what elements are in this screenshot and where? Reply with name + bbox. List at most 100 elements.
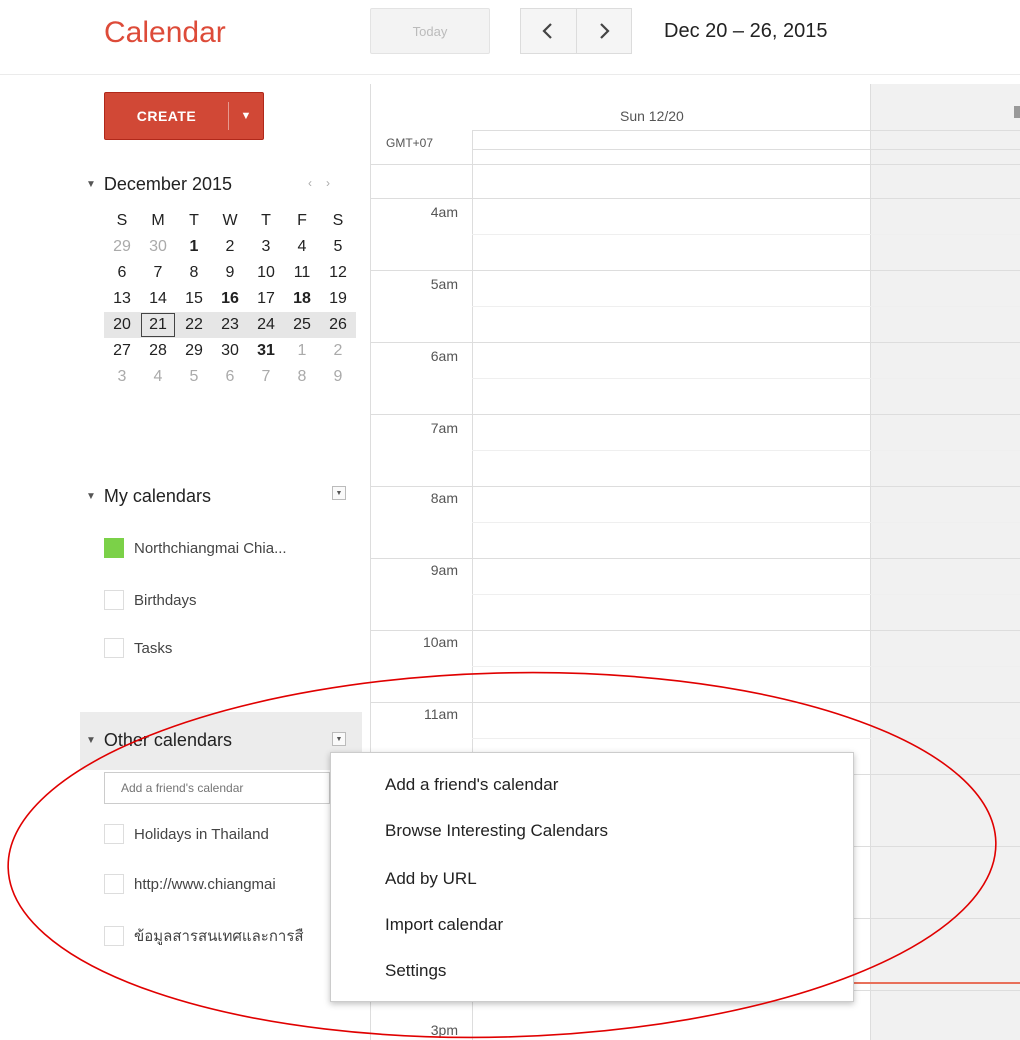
date-nav <box>520 8 632 54</box>
mini-day-selected[interactable]: 21 <box>140 312 176 338</box>
mini-day[interactable]: 9 <box>212 260 248 286</box>
mini-day[interactable]: 4 <box>140 364 176 390</box>
hour-label: 8am <box>430 490 458 506</box>
hour-label: 7am <box>430 420 458 436</box>
mini-day[interactable]: 8 <box>284 364 320 390</box>
chevron-left-icon <box>542 23 553 39</box>
hour-line <box>370 198 1020 199</box>
calendar-checkbox[interactable] <box>104 590 124 610</box>
mini-day[interactable]: 2 <box>212 234 248 260</box>
create-label: CREATE <box>136 108 197 124</box>
calendar-checkbox[interactable] <box>104 874 124 894</box>
calendar-item[interactable]: Tasks <box>104 638 172 658</box>
mini-day[interactable]: 24 <box>248 312 284 338</box>
mini-day[interactable]: 9 <box>320 364 356 390</box>
collapse-triangle-icon[interactable]: ▼ <box>86 179 96 190</box>
next-day-header-stub <box>1014 106 1020 118</box>
mini-day[interactable]: 5 <box>176 364 212 390</box>
calendar-color-swatch[interactable] <box>104 538 124 558</box>
mini-day[interactable]: 6 <box>104 260 140 286</box>
all-day-row[interactable] <box>472 130 1020 150</box>
mini-day[interactable]: 25 <box>284 312 320 338</box>
mini-day[interactable]: 31 <box>248 338 284 364</box>
mini-day[interactable]: 28 <box>140 338 176 364</box>
mini-day[interactable]: 2 <box>320 338 356 364</box>
today-button[interactable]: Today <box>370 8 490 54</box>
mini-day[interactable]: 26 <box>320 312 356 338</box>
weekday-header: S <box>116 212 128 229</box>
hour-line <box>370 414 1020 415</box>
mini-day[interactable]: 29 <box>104 234 140 260</box>
add-friend-calendar-input[interactable] <box>104 772 330 804</box>
mini-next-icon[interactable]: › <box>326 176 330 190</box>
mini-day[interactable]: 12 <box>320 260 356 286</box>
mini-calendar-header[interactable]: ▼ December 2015 <box>86 174 232 195</box>
mini-day[interactable]: 1 <box>176 234 212 260</box>
hour-label: 6am <box>430 348 458 364</box>
mini-day[interactable]: 1 <box>284 338 320 364</box>
mini-day[interactable]: 7 <box>140 260 176 286</box>
mini-day[interactable]: 30 <box>212 338 248 364</box>
mini-day[interactable]: 30 <box>140 234 176 260</box>
mini-prev-icon[interactable]: ‹ <box>308 176 312 190</box>
next-button[interactable] <box>576 8 632 54</box>
mini-day[interactable]: 23 <box>212 312 248 338</box>
other-calendars-header[interactable]: ▼ Other calendars <box>86 730 232 751</box>
calendar-item[interactable]: Birthdays <box>104 590 197 610</box>
mini-calendar-nav: ‹ › <box>308 176 330 190</box>
half-hour-line <box>472 666 1020 667</box>
mini-day[interactable]: 10 <box>248 260 284 286</box>
mini-day[interactable]: 29 <box>176 338 212 364</box>
mini-day[interactable]: 5 <box>320 234 356 260</box>
weekday-header: T <box>261 212 271 229</box>
menu-item-import[interactable]: Import calendar <box>385 915 503 935</box>
other-calendars-menu-toggle[interactable]: ▼ <box>332 732 346 746</box>
mini-day[interactable]: 14 <box>140 286 176 312</box>
mini-day[interactable]: 8 <box>176 260 212 286</box>
calendar-item[interactable]: ข้อมูลสารสนเทศและการสื <box>104 924 304 948</box>
calendar-checkbox[interactable] <box>104 638 124 658</box>
calendar-checkbox[interactable] <box>104 926 124 946</box>
mini-day[interactable]: 7 <box>248 364 284 390</box>
hour-line <box>370 164 1020 165</box>
current-time-line <box>852 982 1020 984</box>
collapse-triangle-icon[interactable]: ▼ <box>86 735 96 746</box>
day-header[interactable]: Sun 12/20 <box>620 108 684 124</box>
mini-day[interactable]: 20 <box>104 312 140 338</box>
calendar-item[interactable]: http://www.chiangmai <box>104 874 276 894</box>
my-calendars-menu-toggle[interactable]: ▼ <box>332 486 346 500</box>
mini-day[interactable]: 17 <box>248 286 284 312</box>
day-column-shaded[interactable] <box>870 84 1020 1040</box>
hour-line <box>370 486 1020 487</box>
menu-item-settings[interactable]: Settings <box>385 961 446 981</box>
menu-item-browse[interactable]: Browse Interesting Calendars <box>385 821 608 841</box>
create-button[interactable]: CREATE ▼ <box>104 92 264 140</box>
mini-day[interactable]: 15 <box>176 286 212 312</box>
calendar-item[interactable]: Holidays in Thailand <box>104 824 269 844</box>
weekday-header: M <box>151 212 165 229</box>
chevron-right-icon <box>599 23 610 39</box>
my-calendars-header[interactable]: ▼ My calendars <box>86 486 211 507</box>
previous-button[interactable] <box>520 8 577 54</box>
calendar-checkbox[interactable] <box>104 824 124 844</box>
collapse-triangle-icon[interactable]: ▼ <box>86 491 96 502</box>
mini-day[interactable]: 4 <box>284 234 320 260</box>
half-hour-line <box>472 378 1020 379</box>
hour-line <box>370 342 1020 343</box>
caret-down-icon[interactable]: ▼ <box>229 110 263 122</box>
half-hour-line <box>472 450 1020 451</box>
calendar-item[interactable]: Northchiangmai Chia... <box>104 538 287 558</box>
mini-day[interactable]: 19 <box>320 286 356 312</box>
mini-day[interactable]: 16 <box>212 286 248 312</box>
my-calendars-title: My calendars <box>103 486 211 506</box>
mini-day[interactable]: 18 <box>284 286 320 312</box>
menu-item-add-friend[interactable]: Add a friend's calendar <box>385 775 558 795</box>
mini-day[interactable]: 6 <box>212 364 248 390</box>
mini-day[interactable]: 3 <box>248 234 284 260</box>
menu-item-add-by-url[interactable]: Add by URL <box>385 869 477 889</box>
mini-day[interactable]: 13 <box>104 286 140 312</box>
mini-day[interactable]: 3 <box>104 364 140 390</box>
mini-day[interactable]: 27 <box>104 338 140 364</box>
mini-day[interactable]: 11 <box>284 260 320 286</box>
mini-day[interactable]: 22 <box>176 312 212 338</box>
